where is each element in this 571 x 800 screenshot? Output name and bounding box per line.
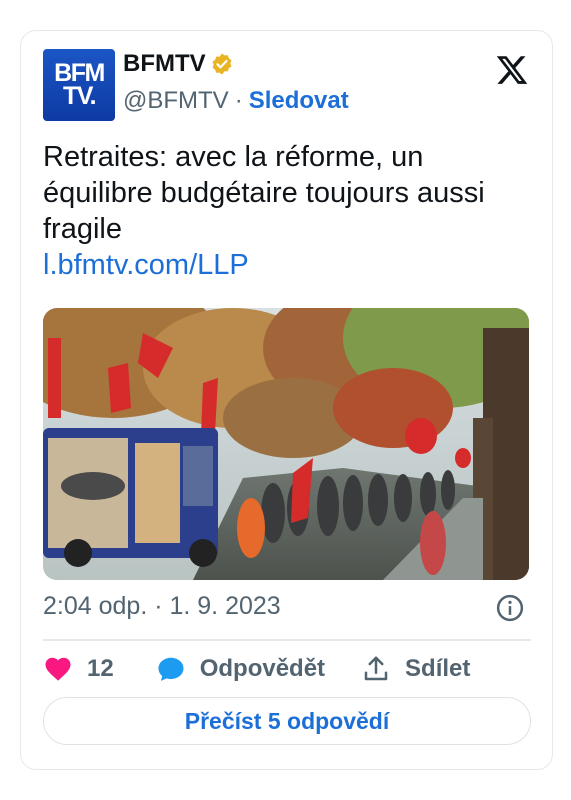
like-count: 12 [87,655,114,682]
handle-row: @BFMTV · Sledovat [123,87,349,115]
tweet-link[interactable]: l.bfmtv.com/LLP [43,247,533,283]
share-icon [364,656,388,681]
verified-badge-icon [212,53,232,75]
follow-button[interactable]: Sledovat [249,87,349,115]
separator-dot: · [234,87,243,114]
like-button[interactable]: 12 [43,654,114,684]
tweet-text: Retraites: avec la réforme, un équilibre… [43,139,533,283]
avatar-logo-line2: TV. [62,82,97,110]
share-button[interactable]: Sdílet [361,654,470,684]
author-name[interactable]: BFMTV [123,50,206,78]
share-label: Sdílet [405,655,471,682]
speech-bubble-icon [158,657,184,681]
tweet-media[interactable] [43,308,529,580]
read-replies-button[interactable]: Přečíst 5 odpovědí [43,697,531,745]
tweet-timestamp[interactable]: 2:04 odp. · 1. 9. 2023 [43,592,281,621]
author-handle[interactable]: @BFMTV [123,87,229,115]
info-icon[interactable] [495,593,525,623]
action-bar: 12 Odpovědět Sdílet [43,651,470,687]
heart-icon [45,657,71,681]
protest-photo [43,308,529,580]
tweet-card: BFM TV. BFMTV @BFMTV · Sledovat Retraite… [20,30,553,770]
reply-label: Odpovědět [199,655,326,682]
divider [43,639,531,641]
tweet-body: Retraites: avec la réforme, un équilibre… [43,141,485,245]
avatar[interactable]: BFM TV. [43,49,115,121]
x-logo-icon[interactable] [495,53,529,87]
reply-button[interactable]: Odpovědět [156,654,325,684]
author-name-row[interactable]: BFMTV [123,50,234,78]
